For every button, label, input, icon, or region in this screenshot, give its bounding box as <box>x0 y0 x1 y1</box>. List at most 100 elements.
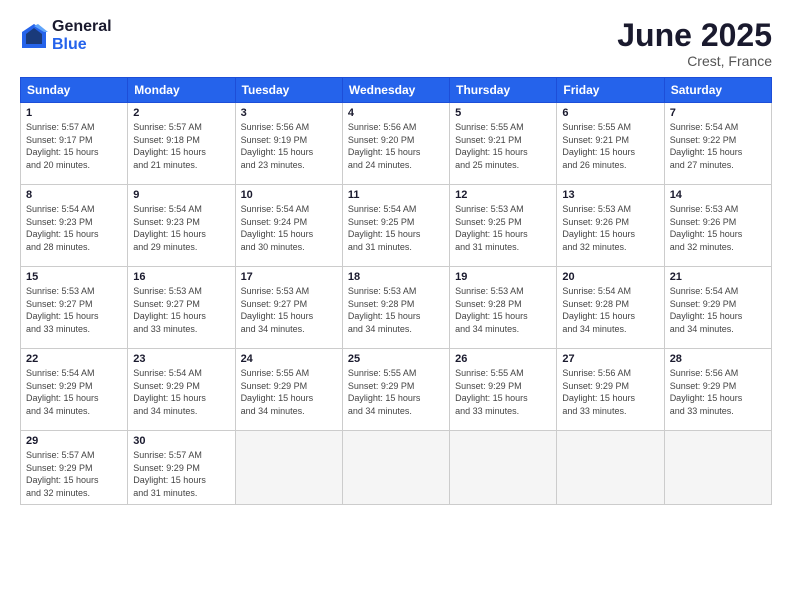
day-number: 3 <box>241 107 337 119</box>
day-number: 2 <box>133 107 229 119</box>
table-row: 28 Sunrise: 5:56 AM Sunset: 9:29 PM Dayli… <box>664 349 771 431</box>
table-row <box>450 431 557 504</box>
day-number: 8 <box>26 189 122 201</box>
day-number: 21 <box>670 271 766 283</box>
day-info: Sunrise: 5:53 AM Sunset: 9:27 PM Dayligh… <box>241 285 337 335</box>
logo-icon <box>20 22 48 50</box>
day-number: 5 <box>455 107 551 119</box>
table-row: 18 Sunrise: 5:53 AM Sunset: 9:28 PM Dayli… <box>342 267 449 349</box>
day-number: 28 <box>670 353 766 365</box>
day-info: Sunrise: 5:55 AM Sunset: 9:29 PM Dayligh… <box>348 367 444 417</box>
table-row: 30 Sunrise: 5:57 AM Sunset: 9:29 PM Dayli… <box>128 431 235 504</box>
day-number: 19 <box>455 271 551 283</box>
day-number: 27 <box>562 353 658 365</box>
day-number: 12 <box>455 189 551 201</box>
day-number: 13 <box>562 189 658 201</box>
day-number: 7 <box>670 107 766 119</box>
table-row: 15Sunrise: 5:53 AM Sunset: 9:27 PM Dayli… <box>21 267 128 349</box>
table-row <box>235 431 342 504</box>
table-row: 9 Sunrise: 5:54 AM Sunset: 9:23 PM Daylig… <box>128 185 235 267</box>
day-number: 25 <box>348 353 444 365</box>
table-row: 2 Sunrise: 5:57 AM Sunset: 9:18 PM Daylig… <box>128 103 235 185</box>
table-row: 4Sunrise: 5:56 AM Sunset: 9:20 PM Daylig… <box>342 103 449 185</box>
table-row <box>342 431 449 504</box>
col-sunday: Sunday <box>21 78 128 103</box>
table-row <box>557 431 664 504</box>
day-number: 23 <box>133 353 229 365</box>
day-info: Sunrise: 5:53 AM Sunset: 9:25 PM Dayligh… <box>455 203 551 253</box>
day-number: 6 <box>562 107 658 119</box>
day-info: Sunrise: 5:54 AM Sunset: 9:25 PM Dayligh… <box>348 203 444 253</box>
header-row: Sunday Monday Tuesday Wednesday Thursday… <box>21 78 772 103</box>
calendar-table: Sunday Monday Tuesday Wednesday Thursday… <box>20 77 772 504</box>
day-info: Sunrise: 5:55 AM Sunset: 9:21 PM Dayligh… <box>562 121 658 171</box>
table-row: 7 Sunrise: 5:54 AM Sunset: 9:22 PM Daylig… <box>664 103 771 185</box>
col-saturday: Saturday <box>664 78 771 103</box>
table-row: 19 Sunrise: 5:53 AM Sunset: 9:28 PM Dayli… <box>450 267 557 349</box>
table-row: 1Sunrise: 5:57 AM Sunset: 9:17 PM Daylig… <box>21 103 128 185</box>
table-row: 10 Sunrise: 5:54 AM Sunset: 9:24 PM Dayli… <box>235 185 342 267</box>
day-number: 1 <box>26 107 122 119</box>
day-info: Sunrise: 5:53 AM Sunset: 9:28 PM Dayligh… <box>348 285 444 335</box>
day-number: 26 <box>455 353 551 365</box>
col-wednesday: Wednesday <box>342 78 449 103</box>
day-info: Sunrise: 5:53 AM Sunset: 9:28 PM Dayligh… <box>455 285 551 335</box>
logo-text: General Blue <box>52 18 112 53</box>
header: General Blue June 2025 Crest, France <box>20 18 772 69</box>
day-info: Sunrise: 5:54 AM Sunset: 9:22 PM Dayligh… <box>670 121 766 171</box>
day-info: Sunrise: 5:54 AM Sunset: 9:29 PM Dayligh… <box>670 285 766 335</box>
table-row: 13 Sunrise: 5:53 AM Sunset: 9:26 PM Dayli… <box>557 185 664 267</box>
day-number: 16 <box>133 271 229 283</box>
day-info: Sunrise: 5:53 AM Sunset: 9:27 PM Dayligh… <box>26 285 122 335</box>
table-row: 22 Sunrise: 5:54 AM Sunset: 9:29 PM Dayli… <box>21 349 128 431</box>
table-row: 8 Sunrise: 5:54 AM Sunset: 9:23 PM Daylig… <box>21 185 128 267</box>
table-row: 5 Sunrise: 5:55 AM Sunset: 9:21 PM Daylig… <box>450 103 557 185</box>
day-number: 10 <box>241 189 337 201</box>
day-info: Sunrise: 5:55 AM Sunset: 9:29 PM Dayligh… <box>241 367 337 417</box>
day-info: Sunrise: 5:56 AM Sunset: 9:29 PM Dayligh… <box>670 367 766 417</box>
title-area: June 2025 Crest, France <box>617 18 772 69</box>
logo: General Blue <box>20 18 112 53</box>
day-info: Sunrise: 5:56 AM Sunset: 9:19 PM Dayligh… <box>241 121 337 171</box>
table-row: 25 Sunrise: 5:55 AM Sunset: 9:29 PM Dayli… <box>342 349 449 431</box>
day-info: Sunrise: 5:54 AM Sunset: 9:23 PM Dayligh… <box>26 203 122 253</box>
day-number: 14 <box>670 189 766 201</box>
table-row: 14 Sunrise: 5:53 AM Sunset: 9:26 PM Dayli… <box>664 185 771 267</box>
location: Crest, France <box>617 53 772 69</box>
day-info: Sunrise: 5:54 AM Sunset: 9:29 PM Dayligh… <box>133 367 229 417</box>
day-number: 29 <box>26 435 122 447</box>
table-row: 12 Sunrise: 5:53 AM Sunset: 9:25 PM Dayli… <box>450 185 557 267</box>
day-number: 20 <box>562 271 658 283</box>
table-row: 6 Sunrise: 5:55 AM Sunset: 9:21 PM Daylig… <box>557 103 664 185</box>
day-number: 9 <box>133 189 229 201</box>
day-info: Sunrise: 5:53 AM Sunset: 9:26 PM Dayligh… <box>562 203 658 253</box>
day-info: Sunrise: 5:57 AM Sunset: 9:29 PM Dayligh… <box>133 449 229 499</box>
day-number: 4 <box>348 107 444 119</box>
table-row: 16Sunrise: 5:53 AM Sunset: 9:27 PM Dayli… <box>128 267 235 349</box>
day-info: Sunrise: 5:54 AM Sunset: 9:24 PM Dayligh… <box>241 203 337 253</box>
col-thursday: Thursday <box>450 78 557 103</box>
day-number: 18 <box>348 271 444 283</box>
table-row: 17 Sunrise: 5:53 AM Sunset: 9:27 PM Dayli… <box>235 267 342 349</box>
table-row: 3 Sunrise: 5:56 AM Sunset: 9:19 PM Daylig… <box>235 103 342 185</box>
day-info: Sunrise: 5:54 AM Sunset: 9:29 PM Dayligh… <box>26 367 122 417</box>
table-row: 20 Sunrise: 5:54 AM Sunset: 9:28 PM Dayli… <box>557 267 664 349</box>
day-info: Sunrise: 5:54 AM Sunset: 9:28 PM Dayligh… <box>562 285 658 335</box>
table-row: 23 Sunrise: 5:54 AM Sunset: 9:29 PM Dayli… <box>128 349 235 431</box>
logo-general-text: General <box>52 18 112 36</box>
day-info: Sunrise: 5:53 AM Sunset: 9:26 PM Dayligh… <box>670 203 766 253</box>
col-friday: Friday <box>557 78 664 103</box>
day-number: 30 <box>133 435 229 447</box>
col-tuesday: Tuesday <box>235 78 342 103</box>
table-row: 21 Sunrise: 5:54 AM Sunset: 9:29 PM Dayli… <box>664 267 771 349</box>
day-info: Sunrise: 5:54 AM Sunset: 9:23 PM Dayligh… <box>133 203 229 253</box>
day-number: 17 <box>241 271 337 283</box>
day-info: Sunrise: 5:56 AM Sunset: 9:29 PM Dayligh… <box>562 367 658 417</box>
day-info: Sunrise: 5:57 AM Sunset: 9:18 PM Dayligh… <box>133 121 229 171</box>
table-row: 24Sunrise: 5:55 AM Sunset: 9:29 PM Dayli… <box>235 349 342 431</box>
day-info: Sunrise: 5:55 AM Sunset: 9:21 PM Dayligh… <box>455 121 551 171</box>
day-info: Sunrise: 5:55 AM Sunset: 9:29 PM Dayligh… <box>455 367 551 417</box>
day-number: 22 <box>26 353 122 365</box>
col-monday: Monday <box>128 78 235 103</box>
logo-blue-text: Blue <box>52 36 112 54</box>
